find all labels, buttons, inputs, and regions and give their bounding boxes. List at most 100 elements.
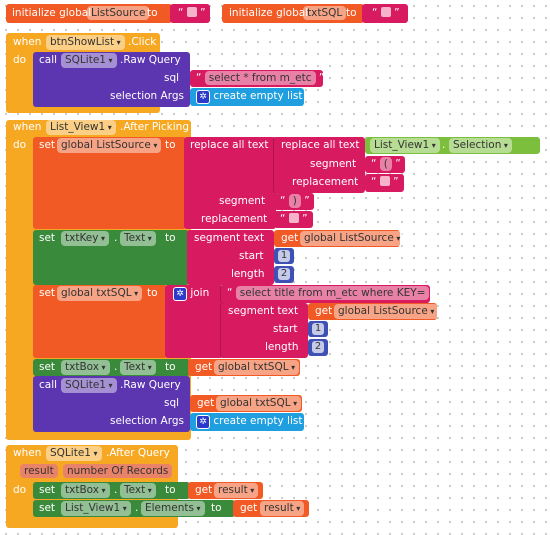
variable-dropdown[interactable]: global ListSource xyxy=(300,231,405,246)
param-number-of-records[interactable]: number Of Records xyxy=(63,464,173,478)
get-label: get xyxy=(195,484,213,496)
replace-all-label: replace all text xyxy=(190,139,269,151)
get-label: get xyxy=(240,502,258,514)
to-label: to xyxy=(147,7,158,19)
segment-text-label: segment text xyxy=(228,305,299,317)
do-label: do xyxy=(13,54,27,66)
set-label: set xyxy=(39,361,56,373)
component-dropdown[interactable]: txtKey xyxy=(61,231,110,246)
variable-dropdown[interactable]: result xyxy=(260,501,305,516)
selection-args-label: selection Args xyxy=(110,415,184,427)
get-label: get xyxy=(195,361,213,373)
method-name: .Raw Query xyxy=(120,379,181,391)
to-label: to xyxy=(147,287,158,299)
do-label: do xyxy=(13,484,27,496)
list-label: create empty list xyxy=(213,90,303,102)
set-label: set xyxy=(39,139,56,151)
dot-label: . xyxy=(442,139,446,151)
property-dropdown[interactable]: Selection xyxy=(449,138,512,153)
property-dropdown[interactable]: Text xyxy=(120,231,156,246)
gear-icon[interactable]: ✲ xyxy=(196,90,210,104)
component-dropdown[interactable]: btnShowList xyxy=(46,35,125,50)
set-label: set xyxy=(39,484,56,496)
to-label: to xyxy=(165,361,176,373)
variable-dropdown[interactable]: global txtSQL xyxy=(57,286,143,301)
selection-args-label: selection Args xyxy=(110,90,184,102)
component-dropdown[interactable]: SQLite1 xyxy=(61,378,117,393)
dot-label: . xyxy=(114,361,118,373)
string-field[interactable]: ) xyxy=(288,194,301,208)
length-label: length xyxy=(231,268,265,280)
variable-dropdown[interactable]: global ListSource xyxy=(334,304,439,319)
string-value[interactable]: “ ” xyxy=(280,212,308,227)
sql-label: sql xyxy=(164,397,180,409)
string-value[interactable]: “ ” xyxy=(372,6,400,21)
replace-all-label: replace all text xyxy=(281,139,360,151)
to-label: to xyxy=(165,139,176,151)
property-dropdown[interactable]: Text xyxy=(120,360,156,375)
init-label: initialize global xyxy=(229,7,309,19)
event-name: .After Picking xyxy=(120,121,189,133)
when-label: when xyxy=(13,121,42,133)
component-dropdown[interactable]: SQLite1 xyxy=(61,53,117,68)
variable-dropdown[interactable]: global txtSQL xyxy=(214,360,300,375)
event-name: .After Query xyxy=(106,447,170,459)
get-label: get xyxy=(281,232,299,244)
component-dropdown[interactable]: List_View1 xyxy=(61,501,131,516)
property-dropdown[interactable]: Text xyxy=(120,483,156,498)
var-name-field[interactable]: txtSQL xyxy=(303,6,347,20)
string-field[interactable]: ( xyxy=(379,157,392,171)
param-result[interactable]: result xyxy=(20,464,58,478)
list-label: create empty list xyxy=(213,415,303,427)
do-label: do xyxy=(13,139,27,151)
get-label: get xyxy=(315,305,333,317)
start-label: start xyxy=(239,250,264,262)
set-label: set xyxy=(39,232,56,244)
join-label: join xyxy=(190,287,210,299)
segment-label: segment xyxy=(219,195,266,207)
segment-label: segment xyxy=(310,158,357,170)
component-dropdown[interactable]: List_View1 xyxy=(370,138,440,153)
variable-dropdown[interactable]: global ListSource xyxy=(57,138,162,153)
length-label: length xyxy=(265,341,299,353)
component-dropdown[interactable]: txtBox xyxy=(61,360,110,375)
get-label: get xyxy=(197,397,215,409)
dot-label: . xyxy=(114,484,118,496)
blocks-workspace[interactable]: initialize global ListSource to “ ” init… xyxy=(0,0,550,535)
sql-text-field[interactable]: select * from m_etc xyxy=(204,71,316,85)
method-name: .Raw Query xyxy=(120,54,181,66)
gear-icon[interactable]: ✲ xyxy=(173,287,187,301)
property-dropdown[interactable]: Elements xyxy=(141,501,205,516)
gear-icon[interactable]: ✲ xyxy=(196,415,210,429)
to-label: to xyxy=(165,232,176,244)
event-name: .Click xyxy=(128,36,157,48)
replacement-label: replacement xyxy=(201,213,268,225)
string-value[interactable]: “ ” xyxy=(178,6,206,21)
set-label: set xyxy=(39,502,56,514)
var-name-field[interactable]: ListSource xyxy=(87,6,150,20)
number-field[interactable]: 2 xyxy=(312,341,324,353)
dot-label: . xyxy=(135,502,139,514)
init-label: initialize global xyxy=(12,7,92,19)
string-value[interactable]: “ ” xyxy=(371,175,399,190)
replacement-label: replacement xyxy=(292,176,359,188)
number-field[interactable]: 2 xyxy=(278,268,290,280)
component-dropdown[interactable]: SQLite1 xyxy=(46,446,102,461)
to-label: to xyxy=(211,502,222,514)
to-label: to xyxy=(165,484,176,496)
when-label: when xyxy=(13,447,42,459)
number-field[interactable]: 1 xyxy=(278,250,290,262)
number-field[interactable]: 1 xyxy=(312,323,324,335)
sql-label: sql xyxy=(164,72,180,84)
component-dropdown[interactable]: List_View1 xyxy=(46,120,116,135)
call-label: call xyxy=(39,379,58,391)
variable-dropdown[interactable]: global txtSQL xyxy=(216,396,302,411)
segment-text-label: segment text xyxy=(194,232,265,244)
dot-label: . xyxy=(114,232,118,244)
component-dropdown[interactable]: txtBox xyxy=(61,483,110,498)
variable-dropdown[interactable]: result xyxy=(214,483,259,498)
start-label: start xyxy=(273,323,298,335)
set-label: set xyxy=(39,287,56,299)
when-label: when xyxy=(13,36,42,48)
string-field[interactable]: select title from m_etc where KEY= xyxy=(235,286,430,300)
